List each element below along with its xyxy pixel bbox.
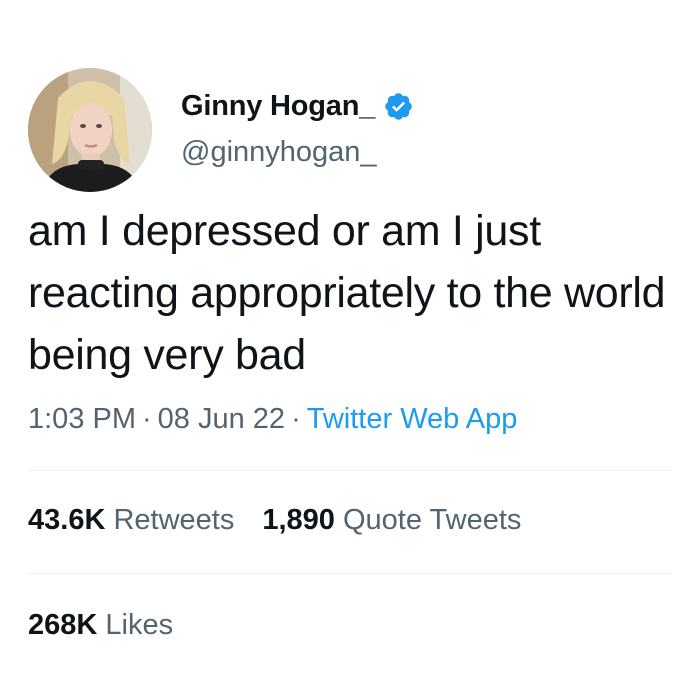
meta-separator: · (291, 403, 301, 435)
verified-badge-icon (383, 91, 414, 122)
tweet-source-link[interactable]: Twitter Web App (307, 403, 518, 435)
quote-tweets-label: Quote Tweets (342, 504, 522, 536)
divider (28, 573, 672, 574)
tweet-text: am I depressed or am I just reacting app… (28, 207, 666, 379)
retweets-stat[interactable]: 43.6K Retweets (28, 504, 234, 537)
likes-stat[interactable]: 268K Likes (28, 609, 173, 642)
engagement-stats: 43.6K Retweets 1,890 Quote Tweets (28, 504, 549, 537)
display-name[interactable]: Ginny Hogan_ (181, 90, 375, 123)
tweet-time[interactable]: 1:03 PM (28, 403, 136, 435)
likes-count: 268K (28, 609, 98, 641)
avatar[interactable] (28, 68, 152, 192)
author-name-row[interactable]: Ginny Hogan_ (181, 86, 414, 126)
quote-tweets-count: 1,890 (262, 504, 335, 536)
retweets-label: Retweets (113, 504, 235, 536)
tweet-meta: 1:03 PM · 08 Jun 22 · Twitter Web App (28, 403, 517, 436)
tweet-date[interactable]: 08 Jun 22 (158, 403, 285, 435)
likes-label: Likes (105, 609, 174, 641)
retweets-count: 43.6K (28, 504, 106, 536)
quote-tweets-stat[interactable]: 1,890 Quote Tweets (262, 504, 521, 537)
tweet-card: Ginny Hogan_ @ginnyhogan_ am I depressed… (0, 0, 700, 700)
avatar-photo (28, 68, 152, 192)
meta-separator: · (142, 403, 152, 435)
author-handle[interactable]: @ginnyhogan_ (181, 136, 377, 169)
divider (28, 470, 672, 471)
